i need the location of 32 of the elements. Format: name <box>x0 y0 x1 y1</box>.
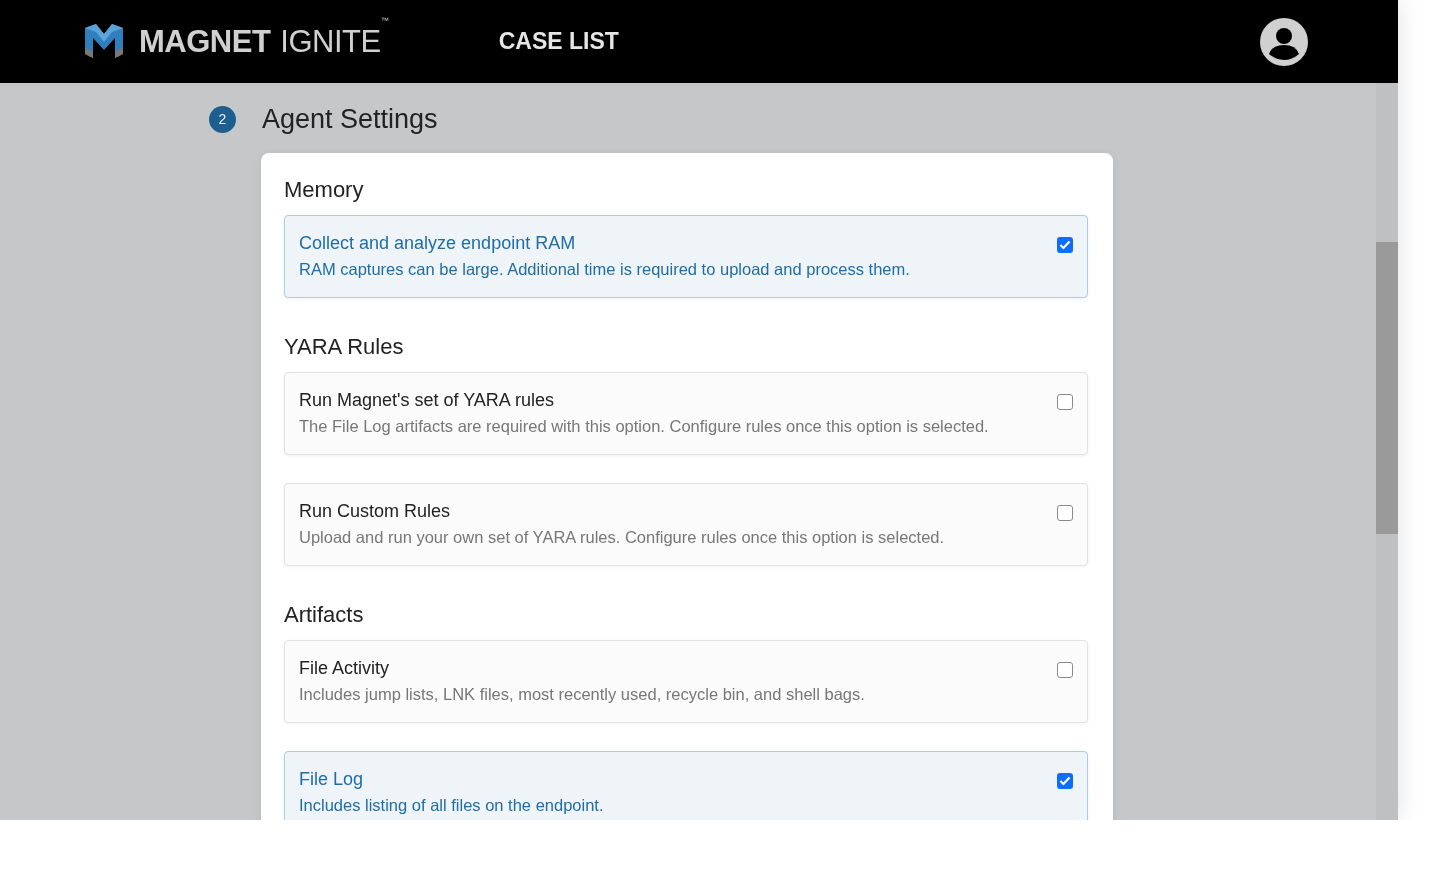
option-description: RAM captures can be large. Additional time is required to upload and process them. <box>299 260 910 279</box>
option-description: The File Log artifacts are required with this option. Configure rules once this option is selected. <box>299 417 989 436</box>
brand-name: MAGNET <box>139 23 271 60</box>
option-panel[interactable]: Collect and analyze endpoint RAM RAM captures can be large. Additional time is required to upload and process them. <box>284 215 1088 298</box>
section-title: Memory <box>284 177 365 203</box>
scrollbar-thumb[interactable] <box>1376 242 1398 534</box>
option-title: Run Custom Rules <box>299 501 452 522</box>
trademark-mark: ™ <box>380 15 389 25</box>
option-title: File Log <box>299 769 365 790</box>
option-description: Includes jump lists, LNK files, most recently used, recycle bin, and shell bags. <box>299 685 865 704</box>
checkbox[interactable] <box>1057 662 1073 678</box>
checkbox[interactable] <box>1057 505 1073 521</box>
option-title: File Activity <box>299 658 391 679</box>
section-title: Artifacts <box>284 602 365 628</box>
checkbox[interactable] <box>1057 394 1073 410</box>
user-avatar-icon[interactable] <box>1260 17 1308 66</box>
option-title: Collect and analyze endpoint RAM <box>299 233 577 254</box>
option-panel[interactable]: Run Custom Rules Upload and run your own set of YARA rules. Configure rules once this option is selected. <box>284 483 1088 566</box>
product-name: IGNITE <box>280 23 381 60</box>
option-panel[interactable]: File Log Includes listing of all files on the endpoint. <box>284 751 1088 820</box>
option-title: Run Magnet's set of YARA rules <box>299 390 555 411</box>
option-panel[interactable]: File Activity Includes jump lists, LNK files, most recently used, recycle bin, and shell bags. <box>284 640 1088 723</box>
option-description: Includes listing of all files on the endpoint. <box>299 796 604 815</box>
step-title: Agent Settings <box>262 103 438 135</box>
checkbox[interactable] <box>1057 773 1073 789</box>
checkbox[interactable] <box>1057 237 1073 253</box>
option-description: Upload and run your own set of YARA rules. Configure rules once this option is selected. <box>299 528 945 547</box>
section-title: YARA Rules <box>284 334 405 360</box>
option-panel[interactable]: Run Magnet's set of YARA rules The File Log artifacts are required with this option. Configure rules once this option is selected. <box>284 372 1088 455</box>
logo-icon <box>83 23 125 60</box>
nav-link[interactable]: CASE LIST <box>498 28 619 55</box>
step-number: 2 <box>209 105 236 133</box>
